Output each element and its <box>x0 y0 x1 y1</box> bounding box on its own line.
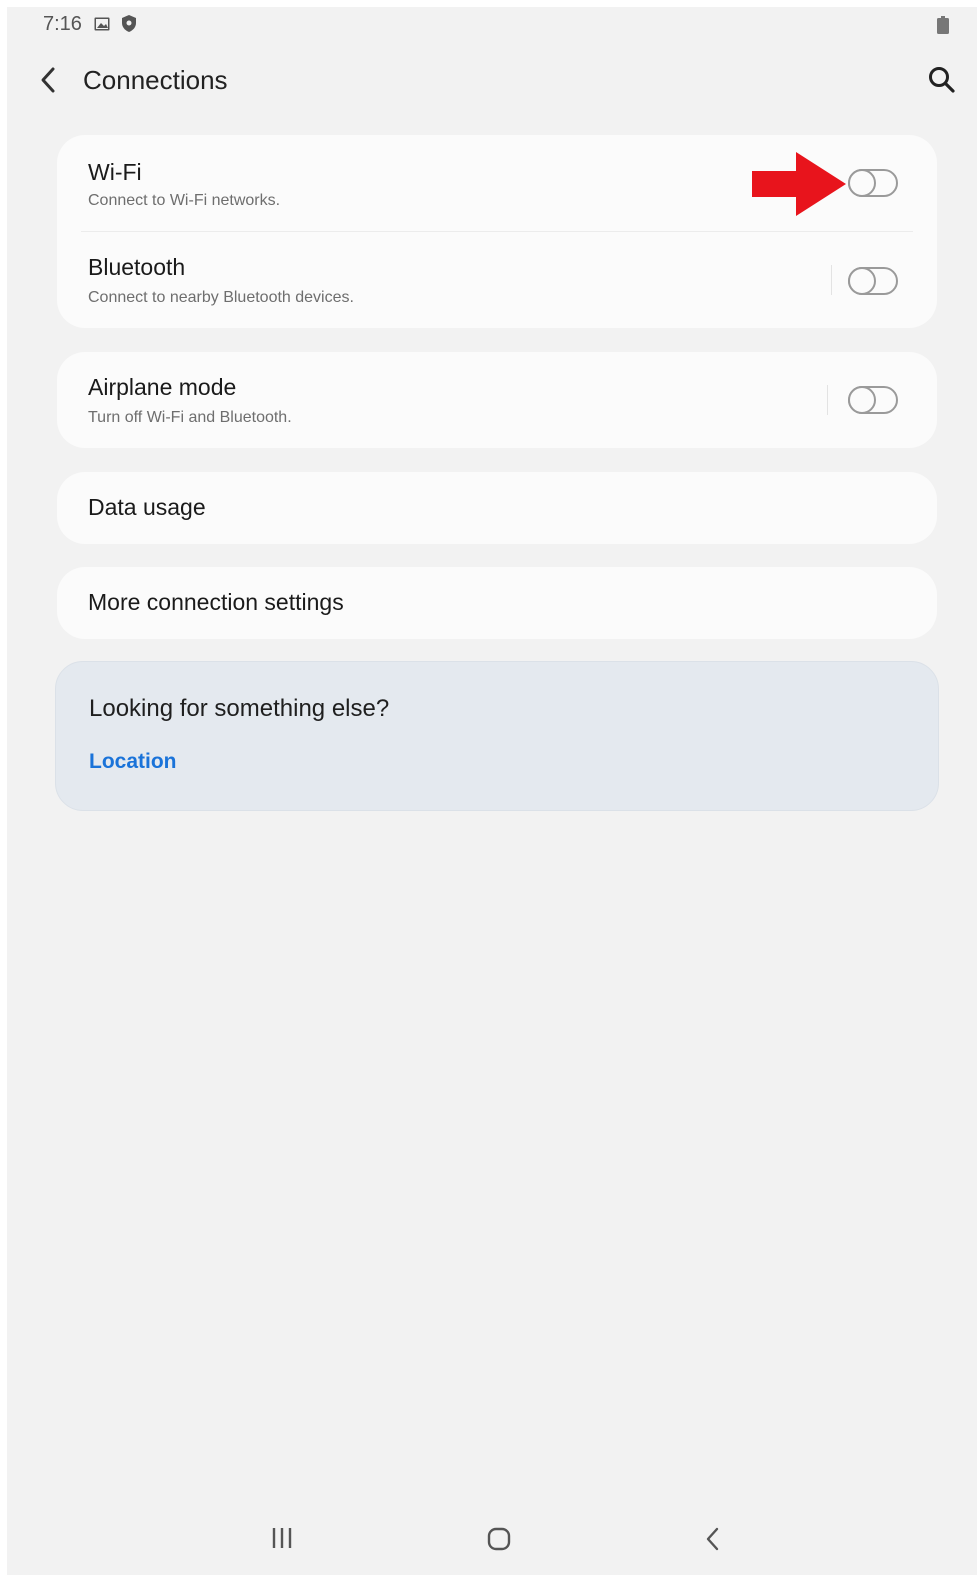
app-bar: Connections <box>7 47 977 117</box>
gallery-icon <box>94 17 110 31</box>
suggestions-title: Looking for something else? <box>89 695 390 722</box>
navigation-bar <box>7 1507 977 1575</box>
toggle-divider <box>831 265 832 295</box>
status-time: 7:16 <box>43 13 82 35</box>
suggestions-card: Looking for something else? Location <box>55 661 939 811</box>
airplane-toggle-knob <box>848 386 876 414</box>
wifi-toggle-knob <box>848 169 876 197</box>
location-link[interactable]: Location <box>89 750 177 774</box>
more-connection-settings-title: More connection settings <box>88 589 344 615</box>
shield-icon <box>122 15 136 32</box>
wifi-title: Wi-Fi <box>88 159 142 185</box>
page-title: Connections <box>83 65 228 95</box>
airplane-toggle[interactable] <box>848 386 898 414</box>
screen: 7:16 Connections Wi-Fi Connect to Wi-Fi … <box>7 7 977 1575</box>
home-icon[interactable] <box>485 1525 513 1553</box>
wifi-subtitle: Connect to Wi-Fi networks. <box>88 192 281 209</box>
back-arrow-icon[interactable] <box>37 65 61 95</box>
bluetooth-toggle-knob <box>848 267 876 295</box>
bluetooth-subtitle: Connect to nearby Bluetooth devices. <box>88 289 354 306</box>
toggle-divider <box>827 385 828 415</box>
airplane-title: Airplane mode <box>88 374 237 400</box>
recents-icon[interactable] <box>269 1525 295 1551</box>
back-icon[interactable] <box>703 1525 723 1553</box>
data-usage-title: Data usage <box>88 494 206 520</box>
airplane-subtitle: Turn off Wi-Fi and Bluetooth. <box>88 409 292 426</box>
wifi-toggle[interactable] <box>848 169 898 197</box>
more-connection-settings-card[interactable]: More connection settings <box>57 567 937 639</box>
bluetooth-row[interactable]: Bluetooth Connect to nearby Bluetooth de… <box>57 232 937 328</box>
airplane-card[interactable]: Airplane mode Turn off Wi-Fi and Bluetoo… <box>57 352 937 448</box>
battery-icon <box>937 16 949 34</box>
red-arrow-icon <box>752 152 846 216</box>
bluetooth-title: Bluetooth <box>88 254 186 280</box>
search-icon[interactable] <box>927 65 957 95</box>
data-usage-card[interactable]: Data usage <box>57 472 937 544</box>
bluetooth-toggle[interactable] <box>848 267 898 295</box>
status-bar: 7:16 <box>7 7 977 43</box>
